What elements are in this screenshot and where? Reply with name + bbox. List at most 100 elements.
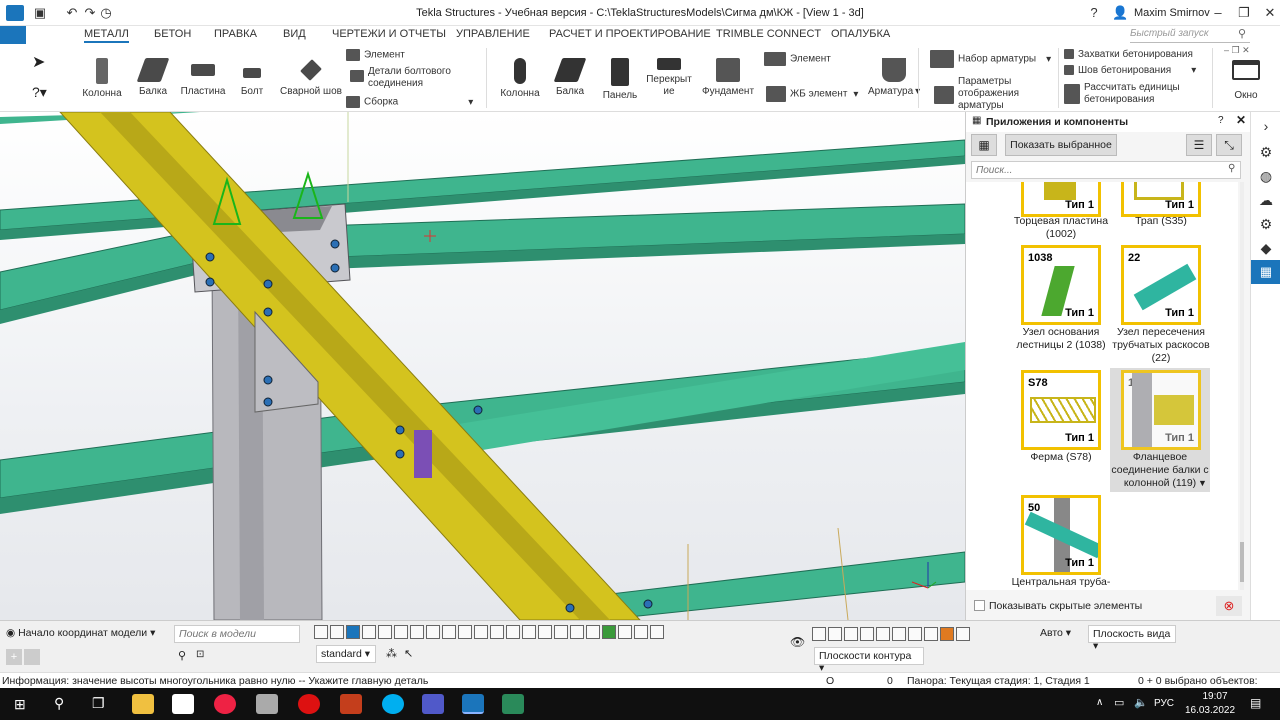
component-card-50[interactable]: 50 Тип 1 — [1021, 495, 1101, 575]
snap-3-icon[interactable] — [490, 625, 504, 639]
component-card-s78[interactable]: S78 Тип 1 — [1021, 370, 1101, 450]
opera-icon[interactable] — [298, 694, 320, 714]
chevron-down-icon[interactable]: ▼ — [1198, 478, 1207, 488]
volume-icon[interactable]: 🔈 — [1134, 696, 1148, 709]
mail-icon[interactable] — [172, 694, 194, 714]
add-icon[interactable]: + — [6, 649, 22, 665]
tab-formwork[interactable]: ОПАЛУБКА — [831, 28, 890, 40]
select-part-icon[interactable] — [330, 625, 344, 639]
snap-circle-icon[interactable] — [844, 627, 858, 641]
snap-7-icon[interactable] — [554, 625, 568, 639]
model-viewport[interactable] — [0, 112, 965, 620]
pour-breaks-button[interactable]: Захватки бетонирования — [1064, 49, 1193, 60]
component-card-22[interactable]: 22 Тип 1 — [1121, 245, 1201, 325]
concrete-element-button[interactable]: Элемент — [764, 52, 831, 66]
concrete-beam-button[interactable]: Балка — [552, 58, 588, 97]
user-icon[interactable]: 👤 — [1112, 5, 1128, 21]
tab-concrete[interactable]: БЕТОН — [154, 28, 191, 40]
components-active-icon[interactable]: ▦ — [1251, 260, 1280, 284]
snap-11-icon[interactable] — [618, 625, 632, 639]
grid-view-button[interactable]: ▦ — [971, 134, 997, 156]
close-panel-icon[interactable]: ✕ — [1236, 113, 1246, 127]
snap-2-icon[interactable] — [474, 625, 488, 639]
calc-pour-units-button[interactable]: Рассчитать единицы бетонирования — [1064, 82, 1194, 106]
slab-button[interactable]: Перекрыт ие — [646, 58, 692, 98]
snap-end-icon[interactable] — [956, 627, 970, 641]
settings-icon[interactable]: ⚙ — [1258, 216, 1274, 232]
search-icon[interactable]: ⚲ — [1238, 27, 1246, 40]
standard-dropdown[interactable]: standard ▾ — [316, 645, 376, 663]
tekla-2-icon[interactable] — [502, 694, 524, 714]
snap-hourglass-icon[interactable] — [908, 627, 922, 641]
bolt-select-icon[interactable] — [394, 625, 408, 639]
column-button[interactable]: Колонна — [82, 58, 122, 99]
help-icon[interactable]: ? — [1218, 115, 1224, 126]
snap-triangle-icon[interactable] — [860, 627, 874, 641]
plate-button[interactable]: Пластина — [180, 58, 226, 97]
tab-analysis[interactable]: РАСЧЕТ И ПРОЕКТИРОВАНИЕ — [549, 28, 711, 40]
pour-joint-button[interactable]: Шов бетонирования ▾ — [1064, 65, 1196, 76]
tray-chevron-icon[interactable]: ∧ — [1096, 697, 1103, 708]
bolt-button[interactable]: Болт — [236, 58, 268, 97]
auto-dropdown[interactable]: Авто ▾ — [1040, 627, 1071, 639]
tab-drawings[interactable]: ЧЕРТЕЖИ И ОТЧЕТЫ — [332, 28, 446, 40]
ribbon-minimize-icon[interactable]: – ❐ ✕ — [1224, 45, 1250, 56]
snap-5-icon[interactable] — [522, 625, 536, 639]
user-name[interactable]: Maxim Smirnov — [1134, 7, 1210, 19]
select-arrow-icon[interactable]: ➤ — [32, 52, 45, 72]
snap-6-icon[interactable] — [538, 625, 552, 639]
rebar-display-button[interactable]: Параметры отображения арматуры — [934, 76, 1054, 112]
selection-tools[interactable] — [314, 625, 666, 639]
expand-icon[interactable]: › — [1258, 118, 1274, 134]
tab-metal[interactable]: МЕТАЛЛ — [84, 28, 129, 43]
component-card-1038[interactable]: 1038 Тип 1 — [1021, 245, 1101, 325]
help-icon[interactable]: ? — [1086, 5, 1102, 21]
view-plane-dropdown[interactable]: Плоскость вида ▾ — [1088, 625, 1176, 652]
tab-manage[interactable]: УПРАВЛЕНИЕ — [456, 28, 530, 40]
line-icon[interactable] — [442, 625, 456, 639]
window-button[interactable]: Окно — [1226, 60, 1266, 101]
snap-9-icon[interactable] — [586, 625, 600, 639]
snap-arrow-icon[interactable] — [924, 627, 938, 641]
snap-tools[interactable] — [812, 627, 972, 641]
notifications-icon[interactable]: ▤ — [1250, 696, 1261, 710]
globe-icon[interactable]: ◍ — [1258, 168, 1274, 184]
grid-icon[interactable] — [426, 625, 440, 639]
collapse-icon[interactable]: ⤡ — [1216, 134, 1242, 156]
rebar-button[interactable]: Арматура▾ — [868, 58, 920, 97]
powerpoint-icon[interactable] — [340, 694, 362, 714]
show-selected-button[interactable]: Показать выбранное — [1005, 134, 1117, 156]
select-icon[interactable] — [314, 625, 328, 639]
list-view-icon[interactable]: ☰ — [1186, 134, 1212, 156]
panel-button[interactable]: Панель — [602, 58, 638, 101]
chrome-icon[interactable] — [214, 694, 236, 714]
select-filled-icon[interactable] — [346, 625, 360, 639]
language-indicator[interactable]: РУС — [1154, 698, 1174, 709]
show-hidden-checkbox[interactable] — [974, 600, 985, 611]
panel-scrollbar[interactable] — [1240, 182, 1244, 590]
component-card-119[interactable]: 119Тип 1 — [1121, 370, 1201, 450]
snap-perp-icon[interactable] — [892, 627, 906, 641]
quick-launch-input[interactable]: Быстрый запуск — [1130, 28, 1250, 43]
help-query-icon[interactable]: ?▾ — [32, 84, 47, 101]
component-search-input[interactable] — [971, 161, 1241, 179]
pointer-icon[interactable]: ↖ — [404, 647, 413, 660]
tab-edit[interactable]: ПРАВКА — [214, 28, 257, 40]
snap-12-icon[interactable] — [634, 625, 648, 639]
rebar-set-button[interactable]: Набор арматуры ▾ — [930, 50, 1051, 68]
teams-icon[interactable] — [422, 694, 444, 714]
snap-orange-icon[interactable] — [940, 627, 954, 641]
cube-icon[interactable]: ◆ — [1258, 240, 1274, 256]
component-card-1002[interactable]: Тип 1 — [1021, 182, 1101, 217]
model-search-input[interactable] — [174, 625, 300, 643]
rc-element-button[interactable]: ЖБ элемент ▾ — [766, 86, 858, 102]
windows-start-icon[interactable]: ⊞ — [14, 696, 26, 713]
snap-13-icon[interactable] — [650, 625, 664, 639]
search-icon[interactable]: ⚲ — [178, 649, 186, 662]
assembly-button[interactable]: Сборка ▾ — [346, 96, 473, 108]
beam-button[interactable]: Балка — [134, 58, 172, 97]
snap-8-icon[interactable] — [570, 625, 584, 639]
cube-select-icon[interactable] — [410, 625, 424, 639]
eye-icon[interactable]: 👁 — [790, 635, 805, 649]
snap-square-icon[interactable] — [828, 627, 842, 641]
